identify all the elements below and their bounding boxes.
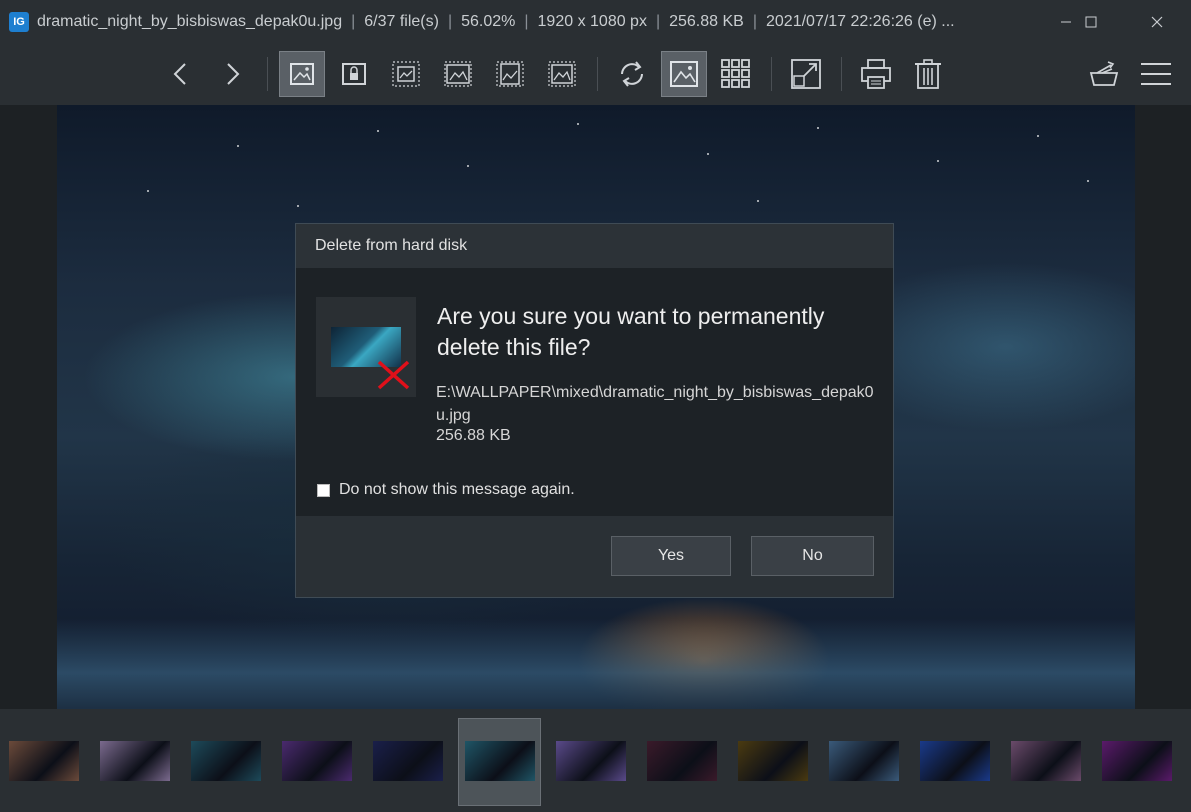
file-path: E:\WALLPAPER\mixed\dramatic_night_by_bis… bbox=[436, 384, 874, 424]
close-icon bbox=[1151, 16, 1163, 27]
file-thumbnail bbox=[316, 297, 416, 397]
title-file-index: 6/37 file(s) bbox=[364, 12, 439, 30]
file-size: 256.88 KB bbox=[436, 427, 511, 444]
filmstrip-thumbnail[interactable] bbox=[191, 741, 261, 781]
auto-zoom-icon bbox=[392, 61, 420, 87]
photo-foreground bbox=[57, 619, 1135, 709]
open-with-icon bbox=[1089, 61, 1119, 86]
menu-button[interactable] bbox=[1133, 51, 1179, 97]
close-button[interactable] bbox=[1134, 0, 1180, 43]
scale-to-fill-button[interactable] bbox=[539, 51, 585, 97]
filmstrip-thumbnail[interactable] bbox=[920, 741, 990, 781]
filmstrip-thumbnail[interactable] bbox=[829, 741, 899, 781]
maximize-icon bbox=[1085, 16, 1097, 27]
fit-image-button[interactable] bbox=[279, 51, 325, 97]
title-bar: IG dramatic_night_by_bisbiswas_depak0u.j… bbox=[0, 0, 1191, 44]
dialog-body: Are you sure you want to permanently del… bbox=[296, 268, 893, 516]
thumbnail-grid-button[interactable] bbox=[713, 51, 759, 97]
print-button[interactable] bbox=[853, 51, 899, 97]
scale-to-width-icon bbox=[444, 61, 472, 87]
title-separator: | bbox=[655, 12, 661, 30]
previous-button[interactable] bbox=[158, 51, 204, 97]
filmstrip-thumbnail[interactable] bbox=[100, 741, 170, 781]
delete-x-icon bbox=[377, 360, 410, 390]
dont-show-again-row[interactable]: Do not show this message again. bbox=[317, 481, 575, 499]
title-separator: | bbox=[752, 12, 757, 30]
auto-zoom-button[interactable] bbox=[383, 51, 429, 97]
filmstrip-thumbnail[interactable] bbox=[1102, 741, 1172, 781]
print-icon bbox=[861, 59, 891, 89]
title-filename: dramatic_night_by_bisbiswas_depak0u.jpg bbox=[37, 12, 343, 30]
lock-zoom-button[interactable] bbox=[331, 51, 377, 97]
next-button[interactable] bbox=[209, 51, 255, 97]
filmstrip-thumbnail[interactable] bbox=[647, 741, 717, 781]
title-separator: | bbox=[524, 12, 529, 30]
fit-image-icon bbox=[290, 63, 314, 85]
fullscreen-button[interactable] bbox=[783, 51, 829, 97]
delete-button[interactable] bbox=[905, 51, 951, 97]
scale-to-fill-icon bbox=[548, 61, 576, 87]
prev-arrow-icon bbox=[173, 63, 186, 85]
filmstrip-thumbnail[interactable] bbox=[465, 741, 535, 781]
thumbnail-grid-icon bbox=[721, 59, 750, 88]
toolbar-divider bbox=[841, 57, 842, 91]
title-overflow: ... bbox=[941, 12, 955, 30]
toolbar bbox=[0, 43, 1191, 105]
confirm-question: Are you sure you want to permanently del… bbox=[437, 303, 825, 360]
app-logo-icon: IG bbox=[9, 11, 29, 32]
scale-to-height-icon bbox=[496, 61, 524, 87]
title-zoom: 56.02% bbox=[461, 12, 516, 30]
title-dimensions: 1920 x 1080 px bbox=[537, 12, 647, 30]
filmstrip-thumbnail[interactable] bbox=[373, 741, 443, 781]
filmstrip-thumbnail[interactable] bbox=[556, 741, 626, 781]
fullscreen-icon bbox=[791, 59, 821, 89]
open-with-button[interactable] bbox=[1081, 51, 1127, 97]
rotate-icon bbox=[621, 61, 643, 87]
scale-to-height-button[interactable] bbox=[487, 51, 533, 97]
filmstrip-thumbnail[interactable] bbox=[282, 741, 352, 781]
dialog-footer: Yes No bbox=[296, 516, 893, 597]
scale-to-width-button[interactable] bbox=[435, 51, 481, 97]
next-arrow-icon bbox=[227, 63, 240, 85]
image-view-button[interactable] bbox=[661, 51, 707, 97]
window-title: dramatic_night_by_bisbiswas_depak0u.jpg |… bbox=[37, 13, 1007, 31]
lock-zoom-icon bbox=[342, 63, 366, 85]
filmstrip-thumbnail[interactable] bbox=[9, 741, 79, 781]
delete-dialog: Delete from hard disk Are you sure you w… bbox=[295, 223, 894, 598]
delete-icon bbox=[915, 59, 941, 89]
dialog-title: Delete from hard disk bbox=[296, 224, 893, 268]
filmstrip bbox=[0, 709, 1191, 812]
menu-icon bbox=[1141, 63, 1171, 85]
rotate-button[interactable] bbox=[609, 51, 655, 97]
image-view-icon bbox=[670, 61, 698, 87]
maximize-button[interactable] bbox=[1068, 0, 1114, 43]
toolbar-divider bbox=[771, 57, 772, 91]
title-datetime: 2021/07/17 22:26:26 (e) bbox=[766, 12, 937, 30]
filmstrip-thumbnail[interactable] bbox=[1011, 741, 1081, 781]
toolbar-divider bbox=[267, 57, 268, 91]
title-filesize: 256.88 KB bbox=[669, 12, 744, 30]
yes-button[interactable]: Yes bbox=[611, 536, 731, 576]
title-separator: | bbox=[351, 12, 356, 30]
dont-show-again-label[interactable]: Do not show this message again. bbox=[339, 481, 575, 499]
filmstrip-thumbnail[interactable] bbox=[738, 741, 808, 781]
no-button[interactable]: No bbox=[751, 536, 874, 576]
toolbar-divider bbox=[597, 57, 598, 91]
title-separator: | bbox=[447, 12, 453, 30]
dont-show-again-checkbox[interactable] bbox=[317, 483, 330, 497]
